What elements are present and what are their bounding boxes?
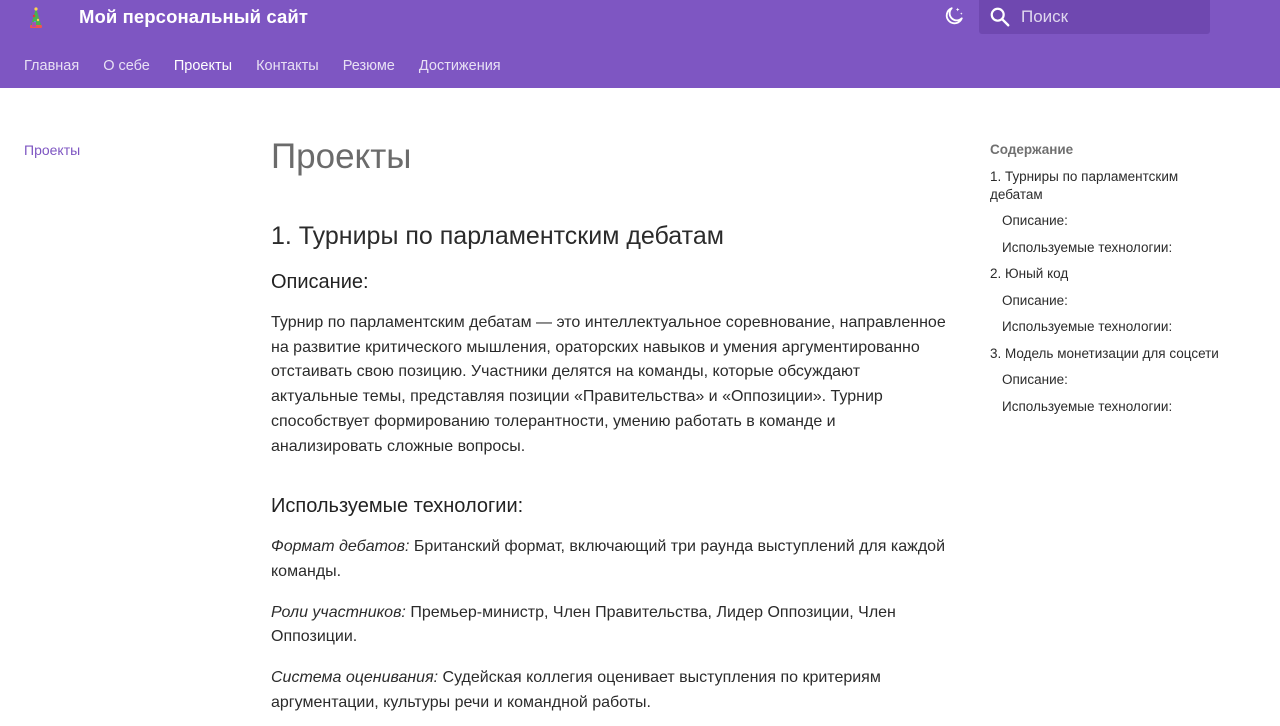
toc-title: Содержание <box>990 142 1074 157</box>
description-text: Турнир по парламентским дебатам — это ин… <box>271 314 946 455</box>
toc-item-section-2[interactable]: 2. Юный код <box>990 265 1220 283</box>
toc-item-section-3[interactable]: 3. Модель монетизации для соцсети <box>990 345 1220 363</box>
toc-item-technologies[interactable]: Используемые технологии: <box>990 318 1220 336</box>
main-content: Проекты 1. Турниры по парламентским деба… <box>271 136 951 726</box>
tech-item-label: Роли участников: <box>271 603 406 621</box>
search-box[interactable] <box>979 0 1210 34</box>
search-input[interactable] <box>1021 0 1201 34</box>
toc-item-technologies[interactable]: Используемые технологии: <box>990 398 1220 416</box>
search-icon[interactable] <box>989 6 1011 28</box>
tech-item: Формат дебатов: Британский формат, включ… <box>271 535 951 584</box>
table-of-contents: Содержание 1. Турниры по парламентским д… <box>990 142 1220 424</box>
top-nav: Главная О себе Проекты Контакты Резюме Д… <box>24 57 525 75</box>
left-nav-projects-link[interactable]: Проекты <box>24 142 80 158</box>
toc-item-description[interactable]: Описание: <box>990 212 1220 230</box>
nav-item-about[interactable]: О себе <box>103 57 150 75</box>
toc-item-section-1[interactable]: 1. Турниры по парламентским дебатам <box>990 168 1220 203</box>
section-title: 1. Турниры по парламентским дебатам <box>271 222 724 250</box>
nav-item-achievements[interactable]: Достижения <box>419 57 501 75</box>
tech-heading: Используемые технологии: <box>271 495 524 518</box>
site-logo-icon[interactable] <box>24 6 48 30</box>
site-header: Мой персональный сайт Главная О себе Про… <box>0 0 1280 88</box>
nav-item-home[interactable]: Главная <box>24 57 79 75</box>
toc-item-description[interactable]: Описание: <box>990 371 1220 389</box>
description-heading: Описание: <box>271 271 369 293</box>
nav-item-resume[interactable]: Резюме <box>343 57 395 75</box>
toc-item-technologies[interactable]: Используемые технологии: <box>990 239 1220 257</box>
nav-item-contacts[interactable]: Контакты <box>256 57 319 75</box>
tech-item-label: Формат дебатов: <box>271 538 410 556</box>
tech-item-label: Система оценивания: <box>271 669 439 687</box>
nav-item-projects[interactable]: Проекты <box>174 57 232 75</box>
site-title[interactable]: Мой персональный сайт <box>79 6 308 28</box>
toc-item-description[interactable]: Описание: <box>990 292 1220 310</box>
tech-item: Роли участников: Премьер-министр, Член П… <box>271 601 951 650</box>
page-title: Проекты <box>271 137 412 176</box>
moon-icon[interactable] <box>943 5 965 27</box>
tech-item: Система оценивания: Судейская коллегия о… <box>271 666 951 715</box>
